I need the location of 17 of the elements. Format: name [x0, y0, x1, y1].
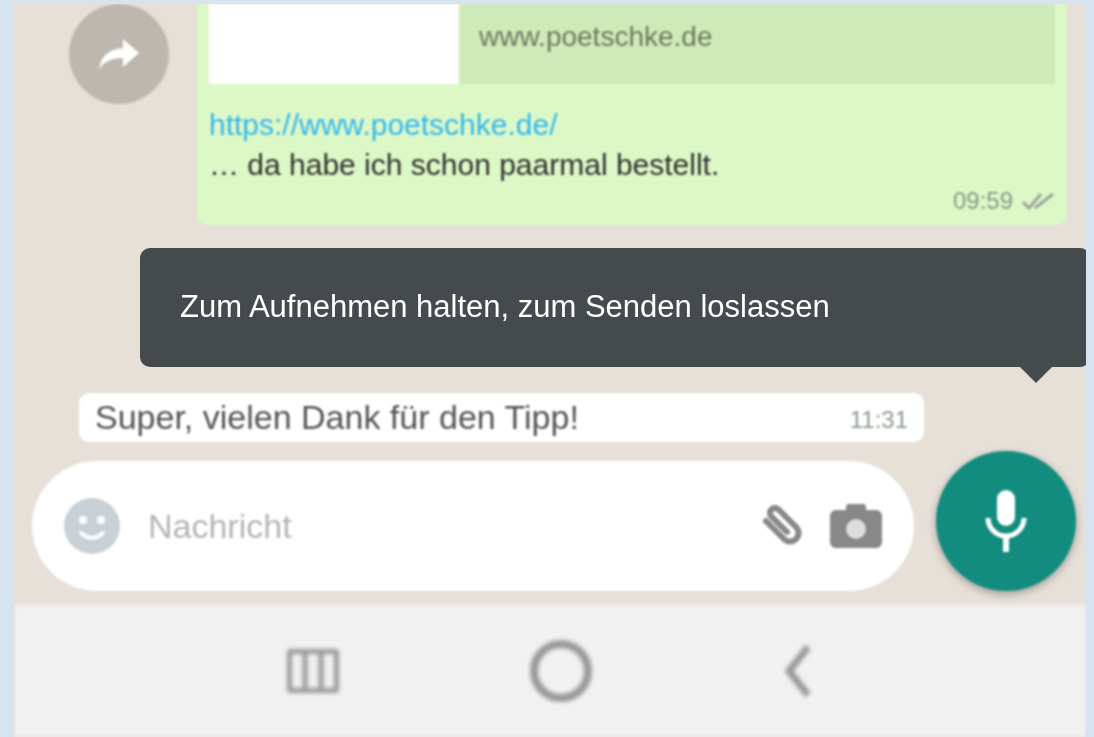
message-field[interactable]: Nachricht	[32, 461, 914, 591]
microphone-button[interactable]	[936, 451, 1076, 591]
message-text: … da habe ich schon paarmal bestellt.	[209, 147, 721, 183]
message-input[interactable]: Nachricht	[146, 499, 730, 553]
camera-icon	[828, 502, 884, 550]
forward-arrow-icon	[97, 37, 141, 71]
microphone-icon	[983, 488, 1029, 554]
emoji-icon	[62, 496, 122, 556]
message-time: 09:59	[952, 186, 1013, 216]
message-link[interactable]: https://www.poetschke.de/	[209, 102, 558, 147]
recent-apps-icon[interactable]	[287, 649, 340, 693]
message-text: Super, vielen Dank für den Tipp!	[95, 397, 579, 438]
tooltip-text: Zum Aufnehmen halten, zum Senden loslassen	[180, 289, 830, 324]
double-check-icon	[1021, 191, 1055, 211]
preview-domain: www.poetschke.de	[478, 20, 714, 54]
message-time: 11:31	[849, 404, 908, 435]
back-icon[interactable]	[782, 643, 813, 699]
